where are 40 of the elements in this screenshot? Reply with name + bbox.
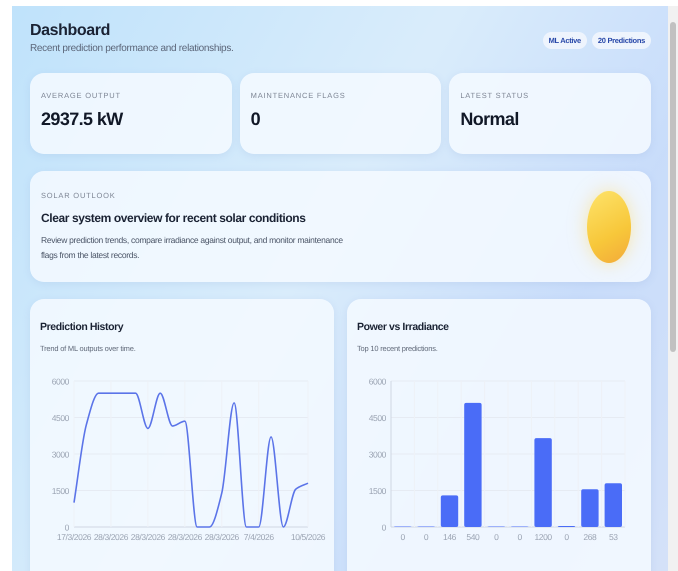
axis-label: 1500 [52,486,69,496]
axis-label: 0 [400,532,405,542]
axis-label: 3000 [368,450,386,460]
scrollbar[interactable] [668,6,678,571]
axis-label: 1200 [534,532,552,542]
axis-label: 0 [494,532,498,542]
axis-label: 3000 [52,450,69,460]
axis-label: 4500 [368,413,386,423]
axis-label: 7/4/2026 [244,532,274,542]
axis-label: 268 [583,532,596,542]
outlook-title: Clear system overview for recent solar conditions [41,210,307,224]
stat-value: 0 [250,109,262,130]
axis-label: 146 [443,532,456,542]
axis-label: 0 [564,532,569,542]
chart-title: Prediction History [40,321,124,333]
axis-label: 0 [382,522,386,532]
outlook-text: Review prediction trends, compare irradiance against output, and monitor maintenance flags from the latest records. [41,234,344,262]
bar [604,483,622,527]
page-title: Dashboard [30,22,111,40]
page-subtitle: Recent prediction performance and relationships. [30,43,234,54]
axis-label: 10/5/2026 [290,532,326,542]
chart-title: Power vs Irradiance [357,321,450,333]
axis-label: 17/3/2026 [56,532,92,542]
axis-label: 6000 [52,376,69,386]
bar [440,495,458,527]
stat-value: 2937.5 kW [41,109,124,130]
axis-label: 28/3/2026 [94,532,128,542]
axis-label: 28/3/2026 [130,532,165,542]
axis-label: 0 [518,532,522,542]
bar [581,489,599,527]
axis-label: 28/3/2026 [204,532,239,542]
axis-label: 0 [424,532,428,542]
axis-label: 6000 [368,376,386,386]
stat-value: Normal [460,109,520,130]
axis-label: 4500 [52,413,69,423]
axis-label: 28/3/2026 [168,532,202,542]
axis-label: 53 [608,532,618,542]
axis-label: 1500 [368,486,386,496]
axis-label: 540 [466,532,480,542]
axis-label: 0 [64,522,69,532]
